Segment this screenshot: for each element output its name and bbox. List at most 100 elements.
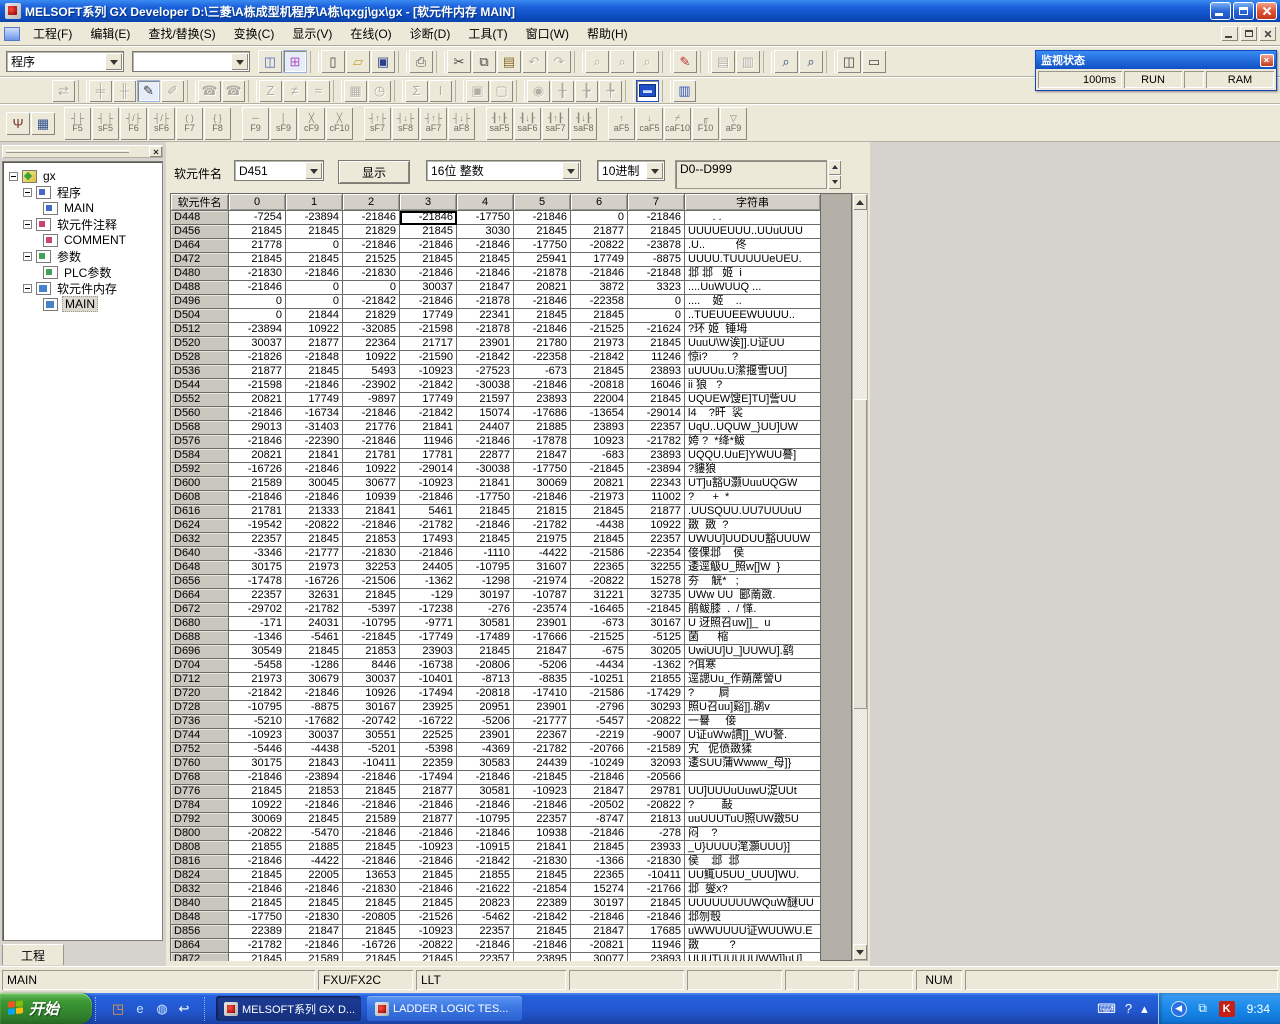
value-cell[interactable]: 31221	[571, 589, 628, 603]
value-cell[interactable]: 30197	[571, 897, 628, 911]
back-icon[interactable]: ↩	[175, 1000, 193, 1018]
device-name-cell[interactable]: D720	[171, 687, 229, 701]
string-cell[interactable]: UWUU]UUDUU豁UUUW	[685, 533, 821, 547]
value-cell[interactable]: 21829	[343, 309, 400, 323]
value-cell[interactable]: -1298	[457, 575, 514, 589]
value-cell[interactable]: -10915	[457, 841, 514, 855]
value-cell[interactable]: 30549	[229, 645, 286, 659]
string-cell[interactable]: UT]u豁U灏UuuUQGW	[685, 477, 821, 491]
value-cell[interactable]: 0	[229, 295, 286, 309]
string-cell[interactable]: 敪 敪 ?	[685, 519, 821, 533]
value-cell[interactable]: -20818	[571, 379, 628, 393]
fkey-sF9-button[interactable]: │sF9	[270, 107, 297, 140]
value-cell[interactable]: -20806	[457, 659, 514, 673]
tab-project[interactable]: 工程	[2, 944, 64, 965]
device-name-cell[interactable]: D576	[171, 435, 229, 449]
value-cell[interactable]: -21826	[229, 351, 286, 365]
value-cell[interactable]: 21845	[514, 309, 571, 323]
value-cell[interactable]: -17750	[457, 211, 514, 225]
fkey-saF7-button[interactable]: ┨↑┠saF7	[542, 107, 569, 140]
value-cell[interactable]: -19542	[229, 519, 286, 533]
fkey-sF6-button[interactable]: ┤/├sF6	[148, 107, 175, 140]
fkey-aF7-button[interactable]: ┤↑├aF7	[420, 107, 447, 140]
panel-close-button[interactable]	[149, 146, 162, 157]
value-cell[interactable]: 10922	[343, 351, 400, 365]
value-cell[interactable]: 10922	[286, 323, 343, 337]
device-memory-edit-icon[interactable]: ▥	[673, 80, 696, 102]
value-cell[interactable]: -21624	[628, 323, 685, 337]
collapse-icon[interactable]	[9, 172, 18, 181]
value-cell[interactable]: 21855	[229, 841, 286, 855]
value-cell[interactable]: 0	[571, 211, 628, 225]
value-cell[interactable]: 3872	[571, 281, 628, 295]
value-cell[interactable]: 21877	[400, 785, 457, 799]
string-cell[interactable]: UU鮿U5UU_UUU]WU.	[685, 869, 821, 883]
value-cell[interactable]: 21877	[286, 337, 343, 351]
value-cell[interactable]: -21854	[514, 883, 571, 897]
value-cell[interactable]: 30581	[457, 785, 514, 799]
value-cell[interactable]: -9897	[343, 393, 400, 407]
device-name-cell[interactable]: D656	[171, 575, 229, 589]
value-cell[interactable]: 0	[229, 309, 286, 323]
value-cell[interactable]: -10923	[400, 477, 457, 491]
string-cell[interactable]: 惊i? ?	[685, 351, 821, 365]
value-cell[interactable]: -10787	[514, 589, 571, 603]
value-cell[interactable]: -21842	[400, 379, 457, 393]
device-name-cell[interactable]: D568	[171, 421, 229, 435]
value-cell[interactable]: -17686	[514, 407, 571, 421]
device-name-cell[interactable]: D520	[171, 337, 229, 351]
value-cell[interactable]: 22389	[514, 897, 571, 911]
value-cell[interactable]: -21846	[400, 491, 457, 505]
value-cell[interactable]: -10411	[343, 757, 400, 771]
string-cell[interactable]: UwiUU]U_]UUWU].鹞	[685, 645, 821, 659]
value-cell[interactable]: 21853	[343, 533, 400, 547]
value-cell[interactable]: 22357	[229, 589, 286, 603]
value-cell[interactable]: -21846	[343, 407, 400, 421]
value-cell[interactable]: -21777	[514, 715, 571, 729]
value-cell[interactable]: -21525	[571, 631, 628, 645]
open-folder-icon[interactable]: ▱	[346, 50, 370, 73]
value-cell[interactable]: 30037	[343, 673, 400, 687]
value-cell[interactable]: 0	[286, 239, 343, 253]
value-cell[interactable]: 17781	[400, 449, 457, 463]
value-cell[interactable]: -8875	[628, 253, 685, 267]
value-cell[interactable]: -30038	[457, 463, 514, 477]
value-cell[interactable]: 23901	[457, 729, 514, 743]
value-cell[interactable]: 21845	[571, 365, 628, 379]
device-name-cell[interactable]: D824	[171, 869, 229, 883]
value-cell[interactable]: 21841	[286, 449, 343, 463]
device-name-cell[interactable]: D480	[171, 267, 229, 281]
menu-tools[interactable]: 工具(T)	[459, 22, 516, 45]
value-cell[interactable]: -10923	[514, 785, 571, 799]
device-name-cell[interactable]: D840	[171, 897, 229, 911]
value-cell[interactable]: -21846	[457, 799, 514, 813]
value-cell[interactable]: 21845	[229, 253, 286, 267]
device-name-cell[interactable]: D592	[171, 463, 229, 477]
value-cell[interactable]: 20951	[457, 701, 514, 715]
taskbar-task-button[interactable]: LADDER LOGIC TES...	[367, 996, 522, 1021]
value-cell[interactable]: -21846	[628, 911, 685, 925]
value-cell[interactable]: -21622	[457, 883, 514, 897]
value-cell[interactable]: -10411	[628, 869, 685, 883]
value-cell[interactable]: -5470	[286, 827, 343, 841]
device-name-cell[interactable]: D768	[171, 771, 229, 785]
value-cell[interactable]: -21846	[457, 519, 514, 533]
value-cell[interactable]: 30293	[628, 701, 685, 715]
value-cell[interactable]: -10251	[571, 673, 628, 687]
value-cell[interactable]: 21845	[343, 841, 400, 855]
value-cell[interactable]: -21598	[400, 323, 457, 337]
string-cell[interactable]: ? + *	[685, 491, 821, 505]
device-name-cell[interactable]: D848	[171, 911, 229, 925]
value-cell[interactable]: 23933	[628, 841, 685, 855]
string-cell[interactable]: _U}UUUU滗灝UUU}]	[685, 841, 821, 855]
spinner-up-icon[interactable]	[828, 160, 841, 175]
value-cell[interactable]: -21846	[229, 407, 286, 421]
value-cell[interactable]: 21597	[457, 393, 514, 407]
value-cell[interactable]: -23574	[514, 603, 571, 617]
device-name-cell[interactable]: D624	[171, 519, 229, 533]
fkey-caF10-button[interactable]: ⌿caF10	[664, 107, 691, 140]
value-cell[interactable]: 15278	[628, 575, 685, 589]
value-cell[interactable]: -20742	[343, 715, 400, 729]
mdi-restore-button[interactable]	[1240, 26, 1257, 41]
fkey-aF5-button[interactable]: ↑aF5	[608, 107, 635, 140]
